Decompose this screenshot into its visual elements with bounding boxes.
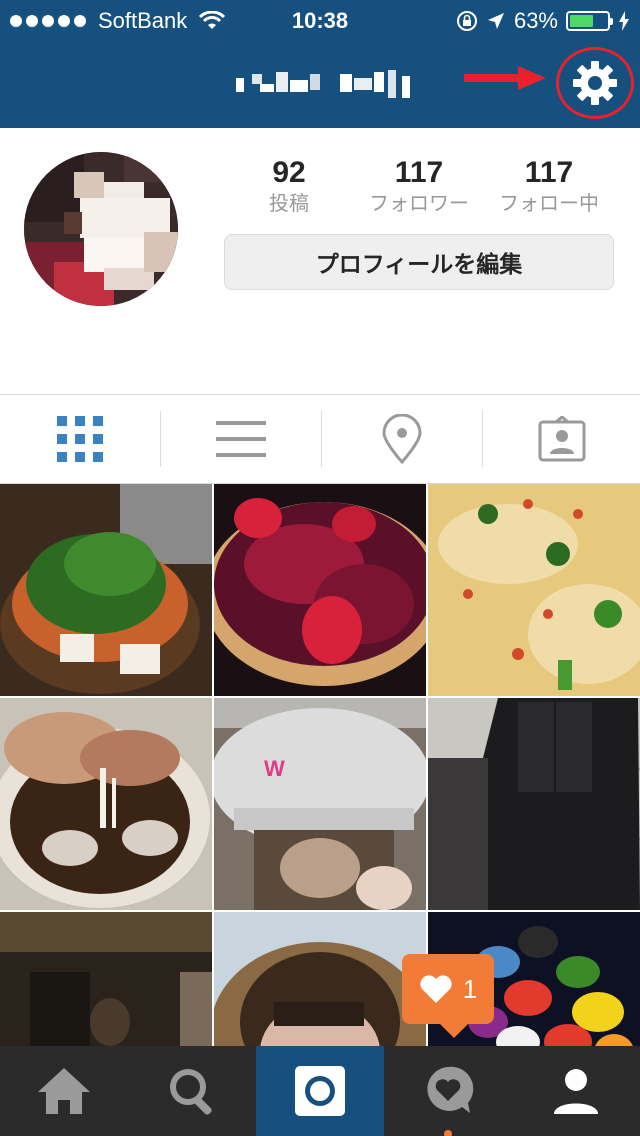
stat-followers[interactable]: 117 フォロワー: [354, 156, 484, 216]
person-tag-icon: [538, 416, 586, 462]
photo-thumbnail[interactable]: [428, 698, 640, 910]
photo-thumbnail[interactable]: [0, 912, 212, 1046]
grid-icon: [57, 416, 103, 462]
photo-thumbnail[interactable]: [214, 484, 426, 696]
tab-list-view[interactable]: [161, 395, 321, 483]
battery-icon: [566, 11, 613, 31]
photo-thumbnail[interactable]: [428, 484, 640, 696]
stat-following[interactable]: 117 フォロー中: [484, 156, 614, 216]
edit-profile-button[interactable]: プロフィールを編集: [224, 234, 614, 290]
bottom-tab-bar: [0, 1046, 640, 1136]
status-bar: SoftBank 10:38 63%: [0, 0, 640, 40]
profile-avatar[interactable]: [24, 152, 178, 306]
photo-thumbnail[interactable]: W: [214, 698, 426, 910]
activity-notification-badge[interactable]: 1: [402, 954, 494, 1038]
activity-indicator-dot: [444, 1130, 452, 1136]
location-pin-icon: [382, 414, 422, 464]
view-tab-strip: [0, 394, 640, 484]
photo-grid: W: [0, 484, 640, 1046]
photo-thumbnail[interactable]: [0, 484, 212, 696]
charging-bolt-icon: [619, 11, 629, 31]
search-icon: [170, 1069, 212, 1115]
tab-profile[interactable]: [512, 1046, 640, 1136]
home-icon: [38, 1068, 90, 1114]
svg-text:W: W: [264, 756, 285, 781]
tab-camera[interactable]: [256, 1046, 384, 1136]
stat-posts[interactable]: 92 投稿: [224, 156, 354, 216]
tab-tagged-photos[interactable]: [482, 395, 640, 483]
gear-icon: [573, 61, 617, 105]
list-icon: [216, 421, 266, 457]
avatar-image: [24, 152, 178, 306]
top-bar: SoftBank 10:38 63%: [0, 0, 640, 128]
profile-icon: [554, 1069, 598, 1114]
settings-button[interactable]: [556, 47, 634, 119]
profile-username-pixelated: [236, 70, 412, 100]
tab-activity[interactable]: [384, 1046, 512, 1136]
photo-thumbnail[interactable]: [0, 698, 212, 910]
heart-bubble-icon: [427, 1066, 474, 1113]
profile-stats: 92 投稿 117 フォロワー 117 フォロー中: [224, 156, 614, 216]
battery-percent: 63%: [513, 8, 558, 33]
heart-icon: [420, 975, 452, 1003]
camera-icon: [295, 1066, 345, 1116]
tab-grid-view[interactable]: [0, 395, 160, 483]
activity-count: 1: [462, 973, 478, 1004]
rotation-lock-icon: [456, 11, 477, 31]
annotation-arrow-icon: [464, 66, 546, 90]
tab-home[interactable]: [0, 1046, 128, 1136]
photo-thumbnail[interactable]: [214, 912, 426, 1046]
location-arrow-icon: [487, 13, 504, 29]
tab-photo-map[interactable]: [322, 395, 482, 483]
tab-search[interactable]: [128, 1046, 256, 1136]
